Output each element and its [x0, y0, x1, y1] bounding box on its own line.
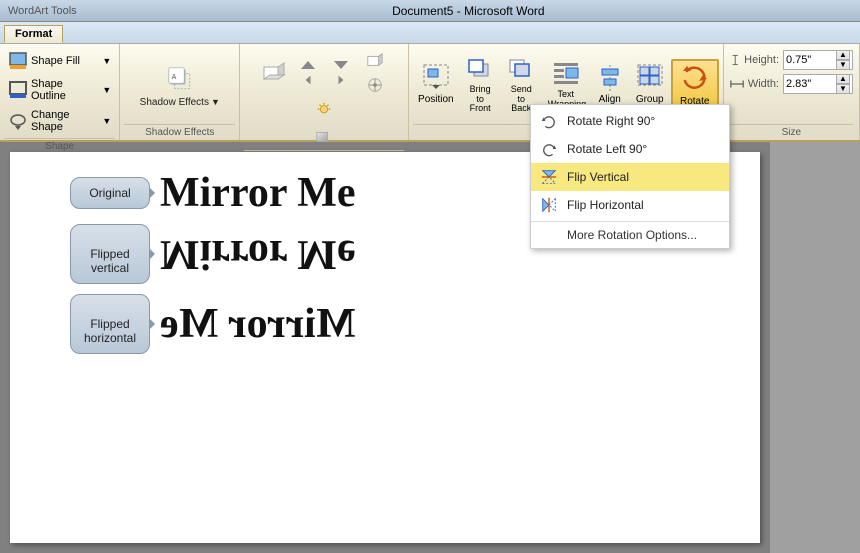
- position-label: Position: [418, 94, 454, 105]
- wordart-tools-tab-indicator: WordArt Tools: [8, 5, 77, 17]
- flip-horizontal-icon: [539, 195, 559, 215]
- flipped-horizontal-label: Flipped horizontal: [70, 294, 150, 354]
- width-spinner: ▲ ▼: [836, 74, 850, 94]
- rotate-left-label: Rotate Left 90°: [567, 142, 647, 156]
- svg-text:A: A: [171, 74, 176, 81]
- width-spin-down[interactable]: ▼: [836, 84, 850, 94]
- flip-vertical-item[interactable]: Flip Vertical: [531, 163, 729, 191]
- title-bar: WordArt Tools Document5 - Microsoft Word: [0, 0, 860, 22]
- align-button[interactable]: Align: [591, 62, 629, 108]
- bring-to-front-button[interactable]: Bring to Front: [461, 53, 500, 118]
- change-shape-icon: [8, 111, 28, 131]
- 3d-tilt-right-button[interactable]: [325, 73, 357, 87]
- shadow-effects-button[interactable]: A Shadow Effects ▼: [134, 59, 226, 112]
- flip-vertical-label: Flip Vertical: [567, 170, 629, 184]
- height-input[interactable]: [786, 54, 836, 66]
- rotate-icon: [679, 63, 711, 95]
- height-spin-down[interactable]: ▼: [836, 60, 850, 70]
- align-icon: [596, 65, 624, 93]
- change-shape-label: Change Shape: [31, 109, 99, 133]
- rotate-right-item[interactable]: Rotate Right 90°: [531, 107, 729, 135]
- ribbon: Shape Fill ▼ Shape Outline ▼ Change Shap…: [0, 44, 860, 142]
- change-shape-button[interactable]: Change Shape ▼: [4, 106, 115, 136]
- rotate-left-icon: [539, 139, 559, 159]
- 3d-tilt-up-button[interactable]: [292, 58, 324, 72]
- width-label: Width:: [748, 78, 779, 90]
- shadow-buttons: A Shadow Effects ▼: [124, 48, 235, 122]
- width-input[interactable]: [786, 78, 836, 90]
- group-shape: Shape Fill ▼ Shape Outline ▼ Change Shap…: [0, 44, 120, 140]
- width-spin-up[interactable]: ▲: [836, 74, 850, 84]
- shape-buttons: Shape Fill ▼ Shape Outline ▼ Change Shap…: [4, 48, 115, 136]
- group-shadow-effects: A Shadow Effects ▼ Shadow Effects: [120, 44, 240, 140]
- rotate-dropdown-menu: Rotate Right 90° Rotate Left 90° Flip Ve…: [530, 104, 730, 249]
- document-right-panel: [770, 142, 860, 553]
- threed-buttons: [244, 48, 404, 148]
- 3d-on-off-button[interactable]: [258, 59, 290, 87]
- flipped-vertical-label: Flipped vertical: [70, 224, 150, 284]
- rotate-left-item[interactable]: Rotate Left 90°: [531, 135, 729, 163]
- shadow-effects-label: Shadow Effects: [140, 97, 209, 108]
- tab-format[interactable]: Format: [4, 25, 63, 43]
- flipped-vertical-text: Mirror Me: [160, 233, 356, 275]
- height-input-wrap: ▲ ▼: [783, 50, 853, 70]
- group-size: Height: ▲ ▼ Width: ▲ ▼: [724, 44, 860, 140]
- height-label: Height:: [744, 54, 779, 66]
- size-group-label: Size: [730, 124, 853, 140]
- rotate-right-label: Rotate Right 90°: [567, 114, 655, 128]
- document-title: Document5 - Microsoft Word: [85, 4, 852, 18]
- ribbon-tabs: Format: [0, 22, 860, 44]
- shape-outline-button[interactable]: Shape Outline ▼: [4, 75, 115, 105]
- more-rotation-options-item[interactable]: More Rotation Options...: [531, 224, 729, 246]
- group-icon: [636, 65, 664, 93]
- 3d-tilt-left-button[interactable]: [292, 73, 324, 87]
- width-icon: [730, 76, 744, 92]
- change-shape-arrow: ▼: [102, 116, 111, 126]
- group-button[interactable]: Group: [631, 62, 669, 108]
- size-inputs: Height: ▲ ▼ Width: ▲ ▼: [730, 50, 853, 122]
- document-area: Original Mirror Me Flipped vertical Mirr…: [0, 142, 860, 553]
- height-spinner: ▲ ▼: [836, 50, 850, 70]
- 3d-tilt-down-button[interactable]: [325, 58, 357, 72]
- height-row: Height: ▲ ▼: [730, 50, 853, 70]
- position-icon: [422, 65, 450, 93]
- shape-fill-arrow: ▼: [102, 56, 111, 66]
- more-rotation-options-label: More Rotation Options...: [567, 228, 697, 242]
- height-spin-up[interactable]: ▲: [836, 50, 850, 60]
- shape-outline-icon: [8, 80, 28, 100]
- shape-fill-button[interactable]: Shape Fill ▼: [4, 48, 115, 74]
- original-label: Original: [70, 177, 150, 209]
- 3d-direction-button[interactable]: [359, 73, 391, 97]
- flip-vertical-icon: [539, 167, 559, 187]
- shape-outline-label: Shape Outline: [31, 78, 99, 102]
- 3d-surface-button[interactable]: [308, 124, 340, 148]
- group-3d-effects: 3-D Effects: [240, 44, 409, 140]
- original-text: Mirror Me: [160, 172, 356, 214]
- 3d-depth-button[interactable]: [359, 48, 391, 72]
- 3d-lighting-button[interactable]: [308, 99, 340, 123]
- width-input-wrap: ▲ ▼: [783, 74, 853, 94]
- text-wrapping-icon: [552, 61, 580, 89]
- flipped-horizontal-text: Mirror Me: [160, 303, 356, 345]
- flip-horizontal-label: Flip Horizontal: [567, 198, 644, 212]
- height-icon: [730, 52, 740, 68]
- position-button[interactable]: Position: [413, 62, 459, 108]
- width-row: Width: ▲ ▼: [730, 74, 853, 94]
- send-to-back-icon: [507, 56, 535, 84]
- bring-to-front-icon: [466, 56, 494, 84]
- flipped-horizontal-item: Flipped horizontal Mirror Me: [70, 294, 740, 354]
- flip-horizontal-item[interactable]: Flip Horizontal: [531, 191, 729, 219]
- shape-outline-arrow: ▼: [102, 85, 111, 95]
- shape-fill-label: Shape Fill: [31, 55, 80, 67]
- shadow-effects-group-label: Shadow Effects: [124, 124, 235, 140]
- rotate-right-icon: [539, 111, 559, 131]
- 3d-on-off-icon: [258, 59, 290, 87]
- shadow-effects-icon: A: [164, 63, 196, 95]
- shape-fill-icon: [8, 51, 28, 71]
- shadow-effects-arrow: ▼: [211, 97, 220, 107]
- bring-to-front-label: Bring to Front: [466, 85, 495, 115]
- dropdown-separator: [531, 221, 729, 222]
